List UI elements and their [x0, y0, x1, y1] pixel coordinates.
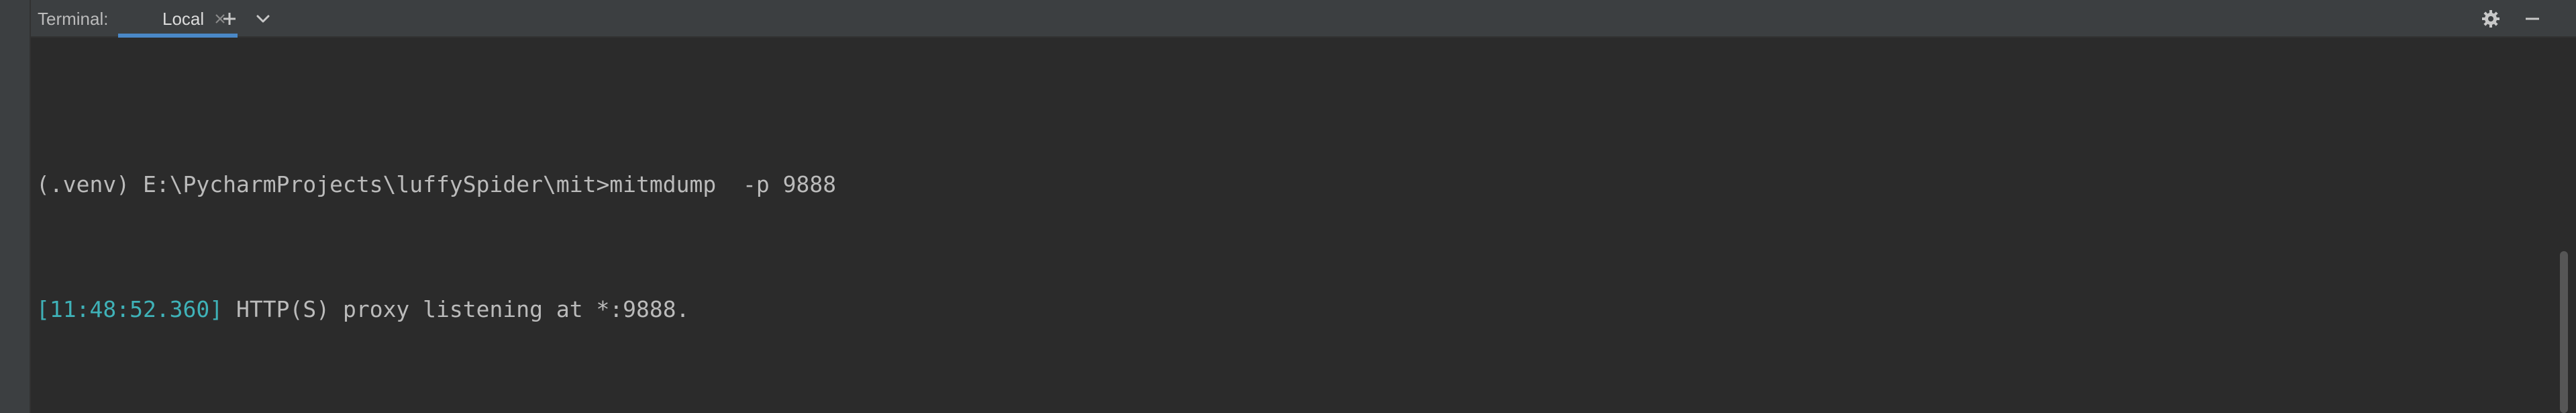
terminal-line: (.venv) E:\PycharmProjects\luffySpider\m… — [36, 164, 836, 205]
minimize-icon[interactable] — [2522, 8, 2543, 30]
log-message: HTTP(S) proxy listening at *:9888. — [223, 296, 690, 322]
gear-icon[interactable] — [2480, 8, 2502, 30]
command-text: (.venv) E:\PycharmProjects\luffySpider\m… — [36, 171, 837, 197]
terminal-toolbar: Terminal: Local — [31, 0, 2576, 38]
terminal-window: Terminal: Local (.venv) E:\PycharmProjec… — [0, 0, 2576, 413]
timestamp: [11:48:52.360] — [36, 296, 223, 322]
plus-icon[interactable] — [219, 8, 240, 30]
tool-window-stripe — [0, 0, 31, 413]
tab-local-label: Local — [162, 9, 205, 29]
terminal-title: Terminal: — [38, 9, 109, 29]
scrollbar-thumb[interactable] — [2560, 251, 2568, 413]
chevron-down-icon[interactable] — [252, 8, 274, 30]
terminal-line: [11:48:52.360] HTTP(S) proxy listening a… — [36, 289, 836, 330]
terminal-output[interactable]: (.venv) E:\PycharmProjects\luffySpider\m… — [36, 81, 836, 413]
